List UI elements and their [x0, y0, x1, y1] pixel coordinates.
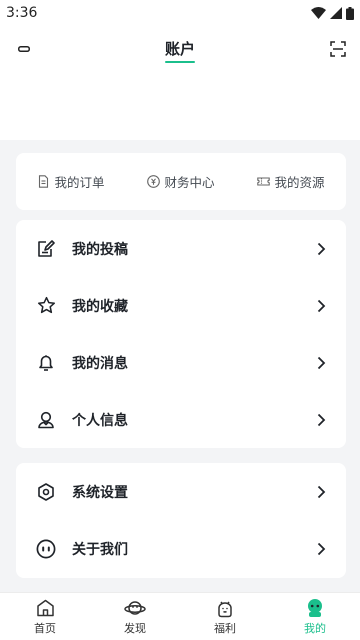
tab-label: 发现 [124, 622, 146, 635]
tab-home[interactable]: 首页 [0, 593, 90, 640]
tab-label: 首页 [34, 622, 56, 635]
quick-link-orders[interactable]: 我的订单 [37, 172, 105, 191]
menu-item-label: 个人信息 [72, 412, 128, 429]
quick-link-label: 我的订单 [54, 175, 105, 190]
gift-icon [214, 597, 236, 619]
tab-label: 我的 [304, 622, 326, 635]
quick-link-resources[interactable]: 我的资源 [257, 172, 325, 191]
menu-item-submissions[interactable]: 我的投稿 [16, 220, 346, 277]
wifi-icon [311, 7, 326, 19]
menu-item-label: 我的收藏 [72, 298, 128, 315]
menu-item-messages[interactable]: 我的消息 [16, 334, 346, 391]
chevron-right-icon [314, 542, 328, 556]
chevron-right-icon [314, 356, 328, 370]
tab-mine[interactable]: 我的 [270, 593, 360, 640]
quick-links-card: 我的订单 财务中心 我的资源 [16, 153, 346, 210]
menu-item-about[interactable]: 关于我们 [16, 520, 346, 577]
tab-label: 福利 [214, 622, 236, 635]
header: 账户 [0, 26, 360, 72]
ticket-icon [257, 177, 271, 186]
menu-item-label: 系统设置 [72, 484, 128, 501]
planet-icon [124, 597, 146, 619]
bell-icon [36, 353, 56, 373]
menu-icon[interactable] [14, 39, 34, 59]
menu-item-settings[interactable]: 系统设置 [16, 463, 346, 520]
settings-icon [36, 482, 56, 502]
scan-icon[interactable] [328, 39, 348, 59]
profile-icon [304, 597, 326, 619]
user-icon [36, 410, 56, 430]
status-time: 3:36 [6, 5, 38, 21]
home-icon [34, 597, 56, 619]
menu-item-label: 我的投稿 [72, 241, 128, 258]
page-title: 账户 [164, 38, 196, 63]
bottom-tab-bar: 首页 发现 福利 我的 [0, 592, 360, 640]
quick-link-label: 财务中心 [164, 175, 215, 190]
status-bar: 3:36 [0, 0, 360, 26]
menu-item-label: 关于我们 [72, 541, 128, 558]
menu-item-profile[interactable]: 个人信息 [16, 391, 346, 448]
currency-icon [147, 175, 161, 188]
edit-icon [36, 239, 56, 259]
menu-item-favorites[interactable]: 我的收藏 [16, 277, 346, 334]
status-icons [311, 6, 354, 20]
chevron-right-icon [314, 299, 328, 313]
quick-link-finance[interactable]: 财务中心 [147, 172, 215, 191]
star-icon [36, 296, 56, 316]
chevron-right-icon [314, 485, 328, 499]
menu-group-secondary: 系统设置 关于我们 [16, 463, 346, 578]
quick-link-label: 我的资源 [274, 175, 325, 190]
document-icon [39, 175, 49, 188]
chevron-right-icon [314, 242, 328, 256]
smile-icon [36, 539, 56, 559]
tab-discover[interactable]: 发现 [90, 593, 180, 640]
header-area: 账户 [0, 26, 360, 140]
menu-item-label: 我的消息 [72, 355, 128, 372]
signal-icon [330, 7, 342, 19]
battery-icon [346, 6, 354, 20]
chevron-right-icon [314, 413, 328, 427]
menu-group-primary: 我的投稿 我的收藏 我的消息 个人信息 [16, 220, 346, 448]
tab-benefits[interactable]: 福利 [180, 593, 270, 640]
